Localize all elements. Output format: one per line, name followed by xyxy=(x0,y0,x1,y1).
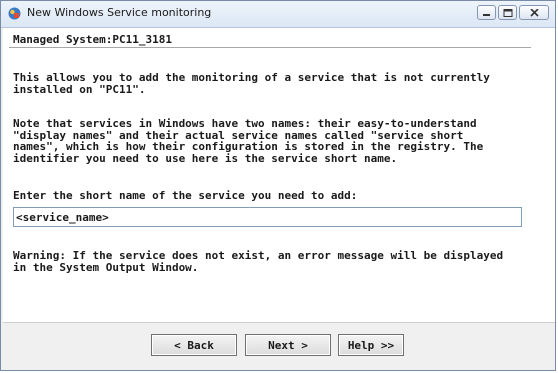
dialog-content: Managed System:PC11_3181 This allows you… xyxy=(3,28,555,322)
minimize-button[interactable] xyxy=(477,5,496,20)
header-separator xyxy=(9,47,531,48)
window-title: New Windows Service monitoring xyxy=(27,6,212,19)
button-bar: < Back Next > Help >> xyxy=(3,322,555,370)
service-name-input[interactable] xyxy=(13,207,522,227)
names-paragraph: Note that services in Windows have two n… xyxy=(13,117,484,165)
maximize-icon xyxy=(503,9,513,17)
close-button[interactable] xyxy=(519,5,549,20)
dialog-window: New Windows Service monitoring Managed S… xyxy=(0,0,556,371)
close-icon xyxy=(530,9,539,17)
app-icon xyxy=(7,6,22,21)
intro-paragraph: This allows you to add the monitoring of… xyxy=(13,71,490,96)
input-label: Enter the short name of the service you … xyxy=(13,189,358,202)
next-button[interactable]: Next > xyxy=(245,334,331,356)
footer-separator xyxy=(3,322,555,323)
managed-system-label: Managed System:PC11_3181 xyxy=(13,33,172,46)
maximize-button[interactable] xyxy=(498,5,517,20)
warning-text: Warning: If the service does not exist, … xyxy=(13,249,504,274)
minimize-icon xyxy=(483,14,490,16)
title-bar[interactable]: New Windows Service monitoring xyxy=(1,1,555,28)
help-button[interactable]: Help >> xyxy=(338,334,404,356)
caption-buttons xyxy=(477,5,549,20)
back-button[interactable]: < Back xyxy=(151,334,237,356)
